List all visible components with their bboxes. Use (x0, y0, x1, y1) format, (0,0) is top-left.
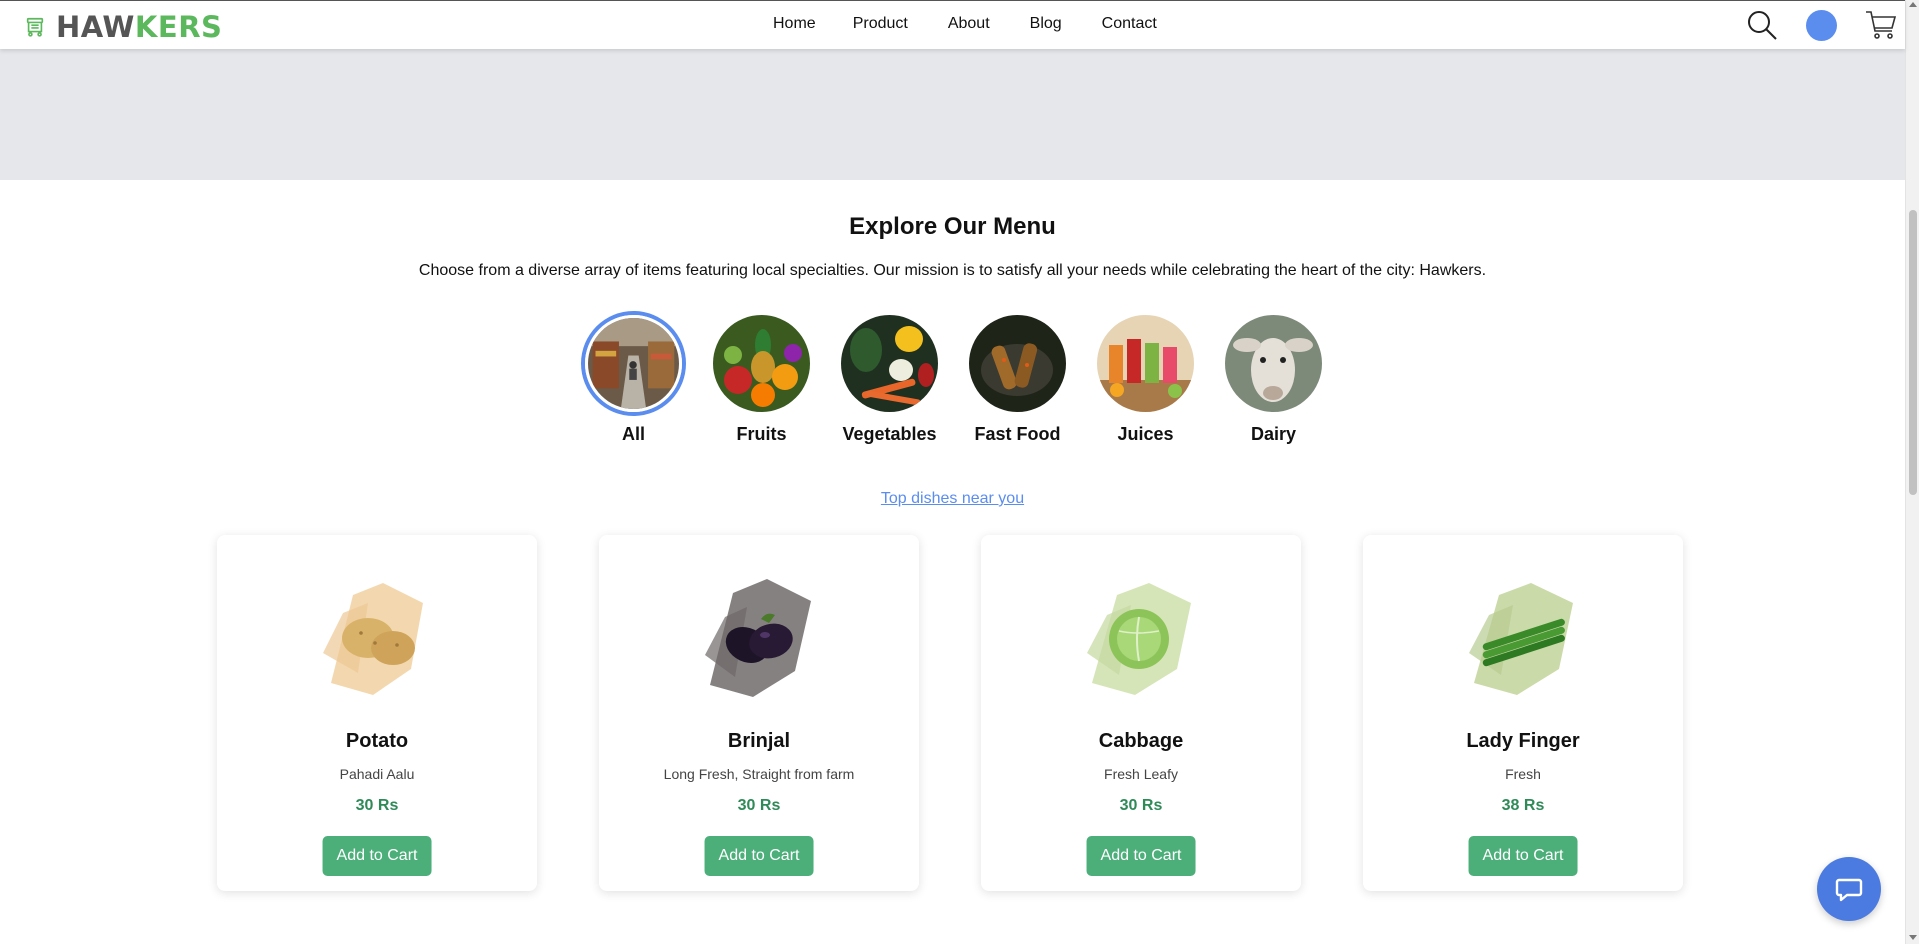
product-card: Lady Finger Fresh 38 Rs Add to Cart (1363, 535, 1683, 891)
category-all[interactable]: All (585, 315, 682, 445)
add-to-cart-button[interactable]: Add to Cart (704, 836, 814, 876)
brand-name-part2: KERS (134, 10, 223, 44)
category-label: Vegetables (842, 424, 937, 444)
page: HAWKERS Home Product About Blog Contact (0, 0, 1919, 944)
category-image-market (585, 315, 682, 412)
product-price: 30 Rs (355, 797, 399, 814)
chat-bubble-icon (1835, 878, 1863, 902)
search-icon[interactable] (1746, 9, 1778, 41)
product-card: Brinjal Long Fresh, Straight from farm 3… (599, 535, 919, 891)
scroll-up-arrow-icon[interactable] (1909, 2, 1917, 7)
scroll-down-arrow-icon[interactable] (1909, 935, 1917, 940)
product-card: Potato Pahadi Aalu 30 Rs Add to Cart (217, 535, 537, 891)
category-dairy[interactable]: Dairy (1225, 315, 1322, 445)
product-description: Fresh (1505, 766, 1541, 782)
brand-name-part1: HAW (56, 10, 135, 44)
menu-description: Choose from a diverse array of items fea… (418, 262, 1487, 279)
add-to-cart-button[interactable]: Add to Cart (322, 836, 432, 876)
product-image-cabbage (1087, 583, 1191, 695)
category-label: Fruits (736, 424, 787, 444)
food-cart-icon (26, 17, 44, 37)
chat-button[interactable] (1817, 857, 1881, 921)
logo[interactable]: HAWKERS (24, 10, 222, 44)
header-actions (1746, 9, 1897, 41)
category-label: Juices (1117, 424, 1174, 444)
add-to-cart-button[interactable]: Add to Cart (1468, 836, 1578, 876)
product-description: Pahadi Aalu (339, 766, 415, 782)
category-vegetables[interactable]: Vegetables (841, 315, 938, 445)
category-image-dairy (1225, 315, 1322, 412)
menu-title: Explore Our Menu (849, 213, 1056, 240)
category-list: All Fruits Vegetables Fast Food Juices D… (585, 315, 1322, 445)
category-image-fast-food (969, 315, 1066, 412)
navbar: HAWKERS Home Product About Blog Contact (0, 0, 1905, 49)
top-dishes-row: Top dishes near you (0, 490, 1905, 508)
product-image-brinjal (705, 579, 811, 697)
vertical-scrollbar[interactable] (1905, 0, 1919, 944)
nav-home[interactable]: Home (773, 15, 816, 33)
product-image-lady-finger (1469, 583, 1573, 695)
product-price: 30 Rs (737, 797, 781, 814)
category-fast-food[interactable]: Fast Food (969, 315, 1066, 445)
top-dishes-link[interactable]: Top dishes near you (881, 490, 1024, 507)
hero-banner-placeholder (0, 49, 1905, 180)
nav-about[interactable]: About (948, 15, 990, 33)
category-label: Fast Food (974, 424, 1061, 444)
category-juices[interactable]: Juices (1097, 315, 1194, 445)
add-to-cart-button[interactable]: Add to Cart (1086, 836, 1196, 876)
product-grid: Potato Pahadi Aalu 30 Rs Add to Cart Bri… (217, 535, 1683, 891)
main-nav: Home Product About Blog Contact (773, 15, 1157, 33)
product-name: Lady Finger (1466, 730, 1580, 752)
product-description: Fresh Leafy (1104, 766, 1178, 782)
cart-icon[interactable] (1865, 9, 1897, 41)
nav-product[interactable]: Product (853, 15, 908, 33)
category-fruits[interactable]: Fruits (713, 315, 810, 445)
product-price: 38 Rs (1501, 797, 1545, 814)
category-image-vegetables (841, 315, 938, 412)
nav-contact[interactable]: Contact (1102, 15, 1157, 33)
product-name: Brinjal (727, 730, 791, 752)
avatar[interactable] (1806, 9, 1837, 41)
product-name: Cabbage (1098, 730, 1184, 752)
product-description: Long Fresh, Straight from farm (663, 766, 855, 782)
category-label: All (621, 424, 645, 444)
nav-blog[interactable]: Blog (1030, 15, 1062, 33)
brand-name: HAWKERS (56, 10, 222, 44)
category-image-juices (1097, 315, 1194, 412)
scrollbar-thumb[interactable] (1909, 210, 1917, 495)
category-image-fruits (713, 315, 810, 412)
product-price: 30 Rs (1119, 797, 1163, 814)
product-card: Cabbage Fresh Leafy 30 Rs Add to Cart (981, 535, 1301, 891)
category-label: Dairy (1250, 424, 1297, 444)
product-image-potato (323, 583, 423, 695)
product-name: Potato (345, 730, 409, 752)
